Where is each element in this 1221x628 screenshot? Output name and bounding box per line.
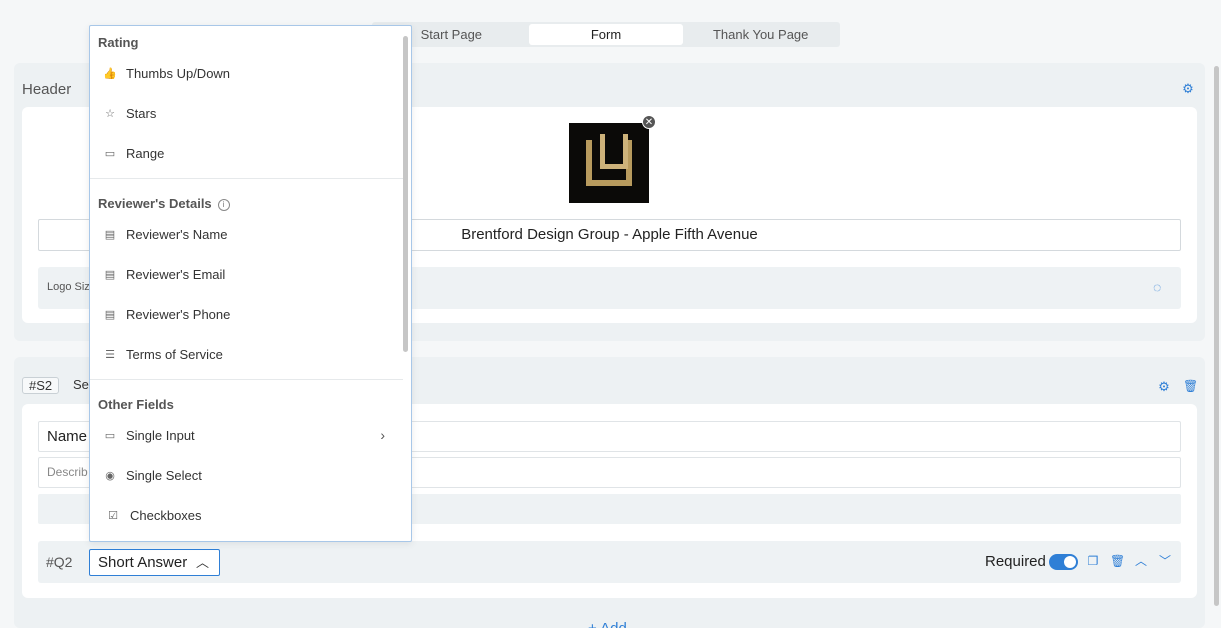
dd-item-label: Reviewer's Name bbox=[126, 227, 228, 242]
radio-icon: ◉ bbox=[105, 470, 115, 482]
dd-item-terms-of-service[interactable]: ☰ Terms of Service bbox=[90, 335, 403, 375]
question-type-select[interactable]: Short Answer ︿ bbox=[89, 549, 220, 576]
dd-item-single-select[interactable]: ◉ Single Select bbox=[90, 456, 403, 496]
range-icon: ▭ bbox=[104, 148, 116, 160]
thumbs-icon: 👍 bbox=[103, 68, 117, 80]
page-scrollbar[interactable] bbox=[1214, 66, 1219, 606]
move-up-chevron-icon[interactable]: ︿ bbox=[1134, 554, 1148, 568]
question-type-label: Short Answer bbox=[98, 554, 188, 571]
header-section-title: Header bbox=[22, 81, 72, 98]
document-icon: ☰ bbox=[105, 349, 115, 361]
brand-logo bbox=[569, 123, 649, 203]
dropdown-scrollbar[interactable] bbox=[403, 36, 408, 352]
dd-item-label: Single Input bbox=[126, 428, 195, 443]
dd-item-label: Range bbox=[126, 146, 165, 161]
required-toggle[interactable] bbox=[1049, 554, 1078, 570]
section-id-badge: #S2 bbox=[22, 377, 60, 394]
dd-item-reviewers-email[interactable]: ▤ Reviewer's Email bbox=[90, 255, 403, 295]
dd-item-label: Thumbs Up/Down bbox=[126, 66, 231, 81]
add-question-button[interactable]: + Add bbox=[588, 620, 627, 628]
dd-item-reviewers-phone[interactable]: ▤ Reviewer's Phone bbox=[90, 295, 403, 335]
dd-item-label: Checkboxes bbox=[130, 508, 202, 523]
group-title-rating: Rating bbox=[98, 35, 139, 50]
group-title-other-fields: Other Fields bbox=[98, 397, 174, 412]
tab-form[interactable]: Form bbox=[528, 24, 684, 45]
star-icon: ☆ bbox=[105, 108, 115, 120]
delete-question-trash-icon[interactable]: 🗑 bbox=[1110, 554, 1125, 568]
comment-icon[interactable]: ◌ bbox=[1153, 280, 1169, 294]
logo-mark bbox=[586, 134, 632, 186]
phone-card-icon: ▤ bbox=[104, 309, 116, 321]
remove-logo-close-icon[interactable]: ✕ bbox=[642, 115, 656, 129]
dd-item-label: Single Select bbox=[126, 468, 202, 483]
section-delete-trash-icon[interactable]: 🗑 bbox=[1183, 380, 1198, 393]
email-card-icon: ▤ bbox=[104, 269, 116, 281]
question-id: #Q2 bbox=[46, 554, 73, 570]
dropdown-divider bbox=[90, 178, 403, 179]
dropdown-divider bbox=[90, 379, 403, 380]
header-settings-gear-icon[interactable]: ⚙ bbox=[1181, 82, 1195, 96]
dd-item-range[interactable]: ▭ Range bbox=[90, 134, 403, 174]
question-row: #Q2 Short Answer ︿ Required ❐ 🗑 ︿ ﹀ bbox=[38, 541, 1181, 583]
section-name-label: Se bbox=[73, 377, 89, 392]
dd-item-label: Stars bbox=[126, 106, 157, 121]
required-label: Required bbox=[985, 553, 1046, 570]
page-tabs: Start Page Form Thank You Page bbox=[372, 22, 840, 47]
info-icon[interactable]: i bbox=[217, 198, 230, 211]
logo-size-label: Logo Siz bbox=[47, 281, 90, 293]
dd-item-single-input[interactable]: ▭ Single Input › bbox=[90, 416, 403, 456]
duplicate-icon[interactable]: ❐ bbox=[1086, 554, 1100, 568]
section-settings-gear-icon[interactable]: ⚙ bbox=[1157, 380, 1171, 394]
dd-item-label: Reviewer's Email bbox=[126, 267, 226, 282]
input-icon: ▭ bbox=[104, 430, 116, 442]
dd-item-label: Terms of Service bbox=[126, 347, 223, 362]
chevron-right-icon: › bbox=[380, 427, 385, 443]
chevron-up-icon: ︿ bbox=[195, 555, 209, 570]
group-title-text: Reviewer's Details bbox=[98, 196, 212, 211]
checkbox-icon: ☑ bbox=[108, 510, 118, 522]
dd-item-label: Reviewer's Phone bbox=[126, 307, 231, 322]
dd-item-checkboxes[interactable]: ☑ Checkboxes bbox=[90, 496, 403, 536]
tab-thank-you-page[interactable]: Thank You Page bbox=[683, 24, 838, 45]
move-down-chevron-icon[interactable]: ﹀ bbox=[1158, 554, 1172, 568]
group-title-reviewers-details: Reviewer's Details i bbox=[98, 196, 230, 211]
question-type-dropdown: Rating 👍 Thumbs Up/Down ☆ Stars ▭ Range … bbox=[89, 25, 412, 542]
dd-item-thumbs-up-down[interactable]: 👍 Thumbs Up/Down bbox=[90, 54, 403, 94]
dd-item-stars[interactable]: ☆ Stars bbox=[90, 94, 403, 134]
dd-item-reviewers-name[interactable]: ▤ Reviewer's Name bbox=[90, 215, 403, 255]
id-card-icon: ▤ bbox=[104, 229, 116, 241]
